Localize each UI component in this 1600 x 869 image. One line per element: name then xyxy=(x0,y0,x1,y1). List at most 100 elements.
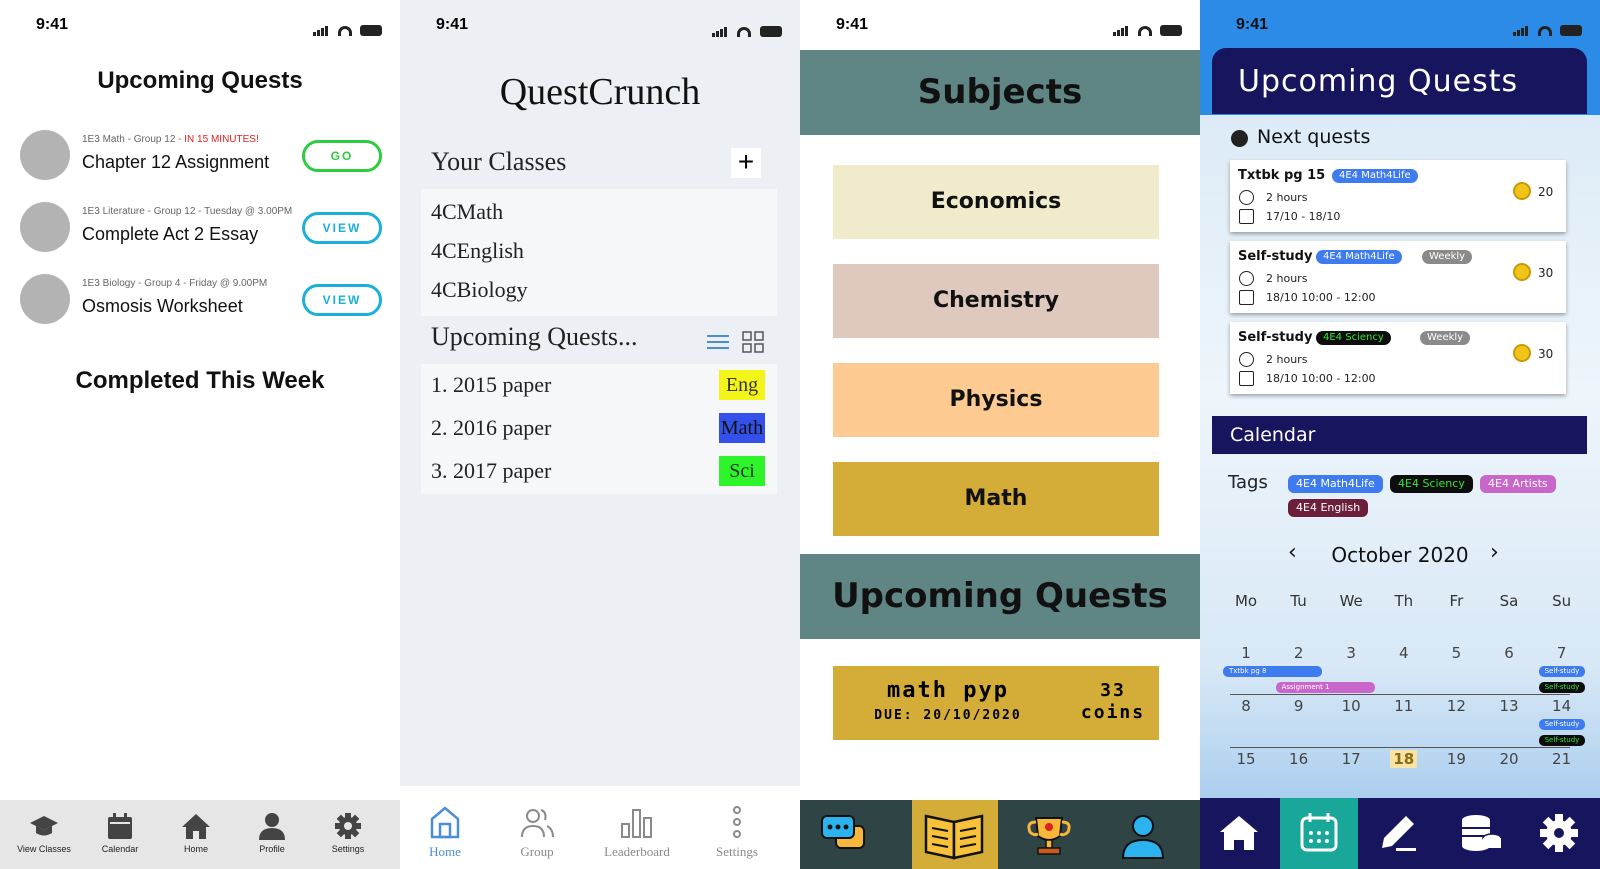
calendar-day[interactable]: 2 xyxy=(1273,644,1325,662)
calendar-event[interactable]: Self-study xyxy=(1538,719,1586,730)
quest-item[interactable]: 1. 2015 paper xyxy=(431,372,551,398)
prev-month-button[interactable]: ‹ xyxy=(1288,540,1297,565)
tag-chip[interactable]: 4E4 Sciency xyxy=(1390,475,1473,493)
calendar-day[interactable]: 14 xyxy=(1536,697,1588,715)
calendar-header: Calendar xyxy=(1212,416,1587,454)
home-icon xyxy=(1220,816,1258,850)
quest-tag: Weekly xyxy=(1420,331,1471,345)
nav-coins[interactable] xyxy=(1440,798,1518,869)
status-time: 9:41 xyxy=(1236,16,1269,33)
calendar-title: Calendar xyxy=(1230,424,1316,446)
quest-card[interactable]: math pyp DUE: 20/10/2020 33 coins xyxy=(833,666,1159,740)
nav-leaderboard[interactable] xyxy=(1006,800,1092,869)
completed-title: Completed This Week xyxy=(75,367,325,394)
calendar-day[interactable]: 4 xyxy=(1378,644,1430,662)
wifi-icon xyxy=(337,26,352,36)
tag-chip[interactable]: 4E4 Math4Life xyxy=(1288,475,1383,493)
calendar-day[interactable]: 6 xyxy=(1483,644,1535,662)
quest-card[interactable]: Txtbk pg 15 4E4 Math4Life 2 hours 17/10 - 1… xyxy=(1230,160,1566,232)
day-number: 14 xyxy=(1552,697,1572,715)
tag-chip[interactable]: 4E4 English xyxy=(1288,499,1369,517)
quest-action-button[interactable]: VIEW xyxy=(302,284,382,316)
gear-icon xyxy=(310,812,386,840)
nav-group[interactable]: Group xyxy=(492,804,582,860)
tag-chip[interactable]: 4E4 Artists xyxy=(1480,475,1556,493)
quest-tag: 4E4 Math4Life xyxy=(1332,169,1418,183)
calendar-day[interactable]: 21 xyxy=(1536,750,1588,768)
nav-home[interactable] xyxy=(1200,798,1278,869)
quest-meta: 1E3 Literature - Group 12 - Tuesday @ 3.… xyxy=(82,206,292,217)
quest-date: 18/10 10:00 - 12:00 xyxy=(1266,372,1376,385)
next-month-button[interactable]: › xyxy=(1490,540,1499,565)
next-quests-title: Next quests xyxy=(1257,126,1371,148)
quest-meta-text: 1E3 Biology - Group 4 - Friday @ 9.00PM xyxy=(82,278,268,289)
quest-card[interactable]: Self-study 4E4 Sciency Weekly 2 hours 18/10 … xyxy=(1230,322,1566,394)
calendar-day[interactable]: 19 xyxy=(1430,750,1482,768)
coin-icon xyxy=(1513,182,1531,200)
calendar-event[interactable]: Txtbk pg 8 xyxy=(1223,666,1323,677)
day-number: 8 xyxy=(1241,697,1251,715)
quest-action-button[interactable]: GO xyxy=(302,140,382,172)
calendar-day[interactable]: 8 xyxy=(1220,697,1272,715)
calendar-day[interactable]: 5 xyxy=(1430,644,1482,662)
calendar-day[interactable]: 13 xyxy=(1483,697,1535,715)
calendar-day-today[interactable]: 18 xyxy=(1378,750,1430,768)
nav-profile[interactable]: Profile xyxy=(234,812,310,854)
nav-profile[interactable] xyxy=(1100,800,1186,869)
quest-coins: 30 xyxy=(1538,347,1554,361)
nav-home[interactable]: Home xyxy=(400,804,490,860)
add-class-button[interactable]: + xyxy=(731,148,761,178)
calendar-day[interactable]: 3 xyxy=(1325,644,1377,662)
quest-warning: IN 15 MINUTES! xyxy=(184,134,259,145)
quest-item[interactable]: 3. 2017 paper xyxy=(431,458,551,484)
day-number: 3 xyxy=(1346,644,1356,662)
nav-settings[interactable] xyxy=(1520,798,1598,869)
subject-physics[interactable]: Physics xyxy=(833,363,1159,437)
quest-card[interactable]: Self-study 4E4 Math4Life Weekly 2 hours 18/1… xyxy=(1230,241,1566,313)
calendar-day[interactable]: 17 xyxy=(1325,750,1377,768)
calendar-day[interactable]: 16 xyxy=(1273,750,1325,768)
calendar-day[interactable]: 12 xyxy=(1430,697,1482,715)
calendar-event[interactable]: Self-study xyxy=(1538,735,1586,746)
quest-meta-text: 1E3 Math - Group 12 - xyxy=(82,134,185,145)
calendar-event[interactable]: Assignment 1 xyxy=(1275,682,1375,693)
class-item[interactable]: 4CMath xyxy=(431,199,503,225)
nav-settings[interactable]: Settings xyxy=(692,804,782,860)
calendar-day[interactable]: 11 xyxy=(1378,697,1430,715)
calendar-event[interactable]: Self-study xyxy=(1538,666,1586,677)
nav-view-classes[interactable]: View Classes xyxy=(6,812,82,854)
nav-leaderboard[interactable]: Leaderboard xyxy=(592,804,682,860)
nav-home[interactable]: Home xyxy=(158,812,234,854)
quest-item[interactable]: 2. 2016 paper xyxy=(431,415,551,441)
calendar-day[interactable]: 7 xyxy=(1536,644,1588,662)
subject-chemistry[interactable]: Chemistry xyxy=(833,264,1159,338)
classes-list: 4CMath 4CEnglish 4CBiology xyxy=(421,189,777,316)
nav-calendar[interactable] xyxy=(1280,798,1358,869)
page-title: Upcoming Quests xyxy=(97,67,303,94)
signal-icon xyxy=(1113,32,1117,36)
day-number: 16 xyxy=(1289,750,1309,768)
nav-subjects[interactable] xyxy=(912,800,998,869)
quest-coins: 30 xyxy=(1538,266,1554,280)
calendar-day[interactable]: 15 xyxy=(1220,750,1272,768)
nav-settings[interactable]: Settings xyxy=(310,812,386,854)
grid-view-icon[interactable] xyxy=(742,331,764,353)
calendar-day[interactable]: 10 xyxy=(1325,697,1377,715)
nav-edit[interactable] xyxy=(1360,798,1438,869)
calendar-day[interactable]: 20 xyxy=(1483,750,1535,768)
calendar-event[interactable]: Self-study xyxy=(1538,682,1586,693)
quest-coins: 20 xyxy=(1538,185,1554,199)
class-item[interactable]: 4CEnglish xyxy=(431,238,524,264)
calendar-day[interactable]: 9 xyxy=(1273,697,1325,715)
calendar-icon xyxy=(1239,371,1254,386)
class-item[interactable]: 4CBiology xyxy=(431,277,528,303)
calendar-icon xyxy=(1300,813,1338,852)
nav-chat[interactable] xyxy=(800,800,886,869)
calendar-day[interactable]: 1 xyxy=(1220,644,1272,662)
subject-math[interactable]: Math xyxy=(833,462,1159,536)
quest-action-button[interactable]: VIEW xyxy=(302,212,382,244)
nav-calendar[interactable]: Calendar xyxy=(82,812,158,854)
screen-questcrunch: 9:41 QuestCrunch Your Classes + 4CMath 4C… xyxy=(400,0,800,869)
subject-economics[interactable]: Economics xyxy=(833,165,1159,239)
list-view-icon[interactable] xyxy=(707,333,729,351)
